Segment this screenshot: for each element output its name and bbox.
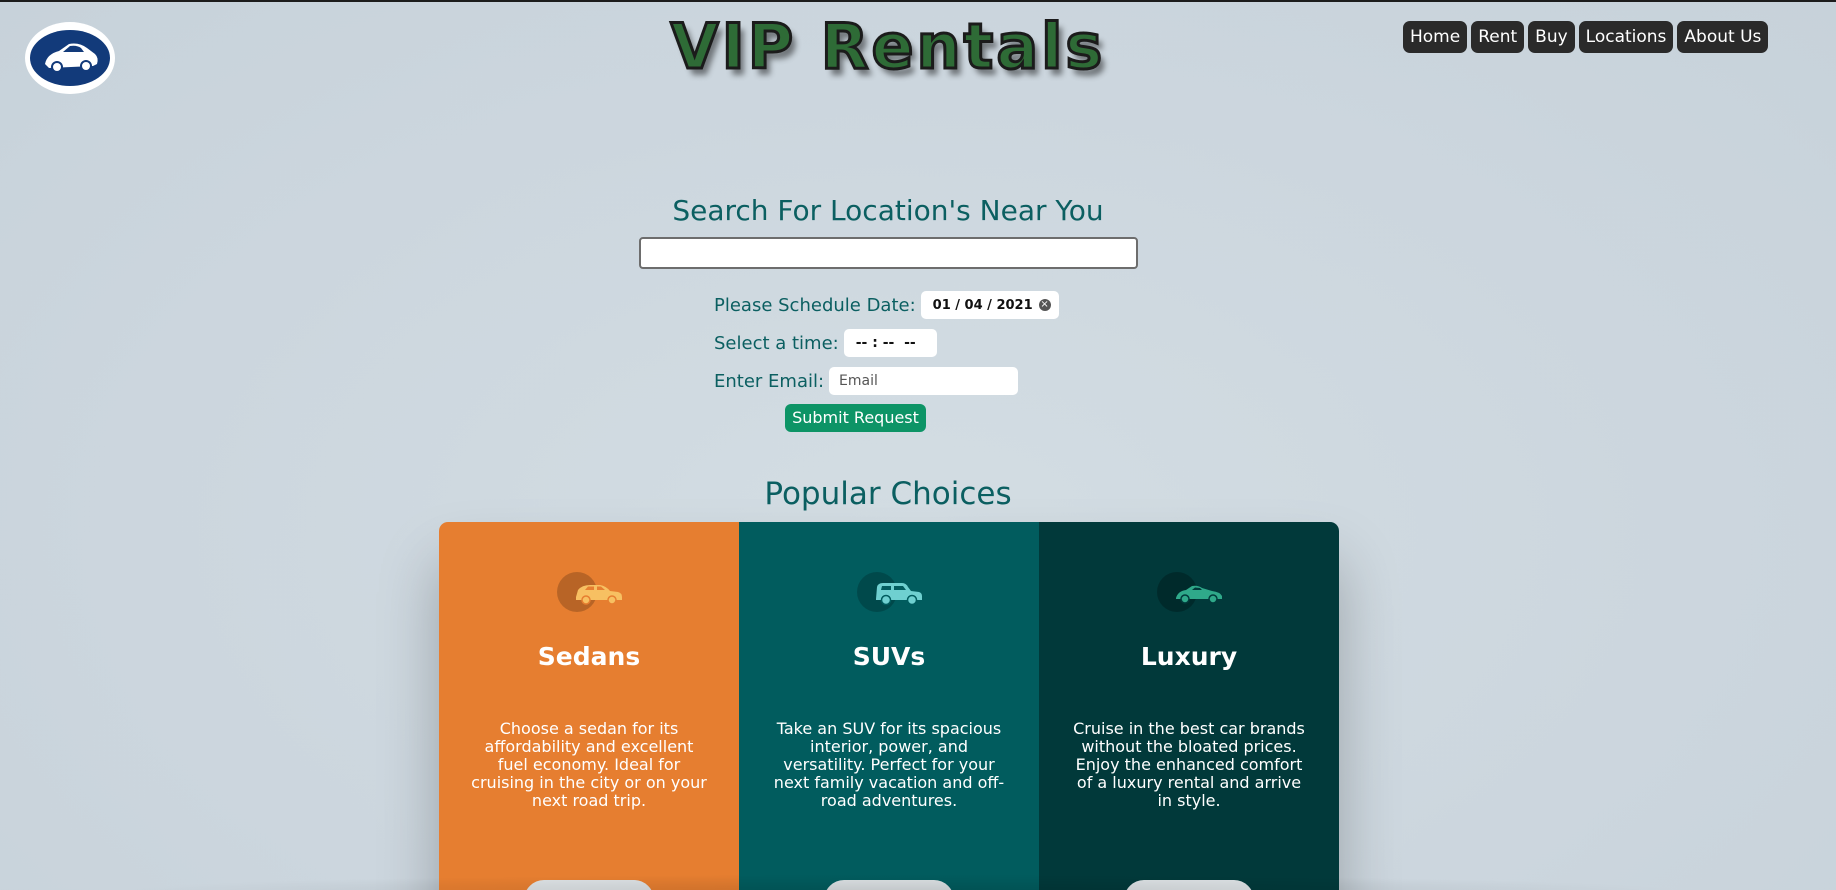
popular-cards: Sedans Choose a sedan for its affordabil… — [439, 522, 1339, 890]
date-label: Please Schedule Date: — [714, 294, 916, 316]
clear-icon[interactable]: × — [1038, 299, 1051, 311]
time-value: -- : -- -- — [855, 335, 916, 351]
email-label: Enter Email: — [714, 370, 825, 392]
submit-request-button[interactable]: Submit Request — [785, 404, 926, 432]
card-description: Cruise in the best car brands without th… — [1073, 719, 1305, 810]
nav-about-us[interactable]: About Us — [1677, 21, 1769, 53]
main-nav: Home Rent Buy Locations About Us — [1403, 21, 1769, 53]
page-shadow — [100, 874, 1700, 890]
search-heading: Search For Location's Near You — [672, 194, 1104, 227]
popular-heading: Popular Choices — [764, 476, 1012, 512]
nav-locations[interactable]: Locations — [1578, 21, 1674, 53]
time-input[interactable]: -- : -- -- — [843, 329, 937, 357]
date-input[interactable]: 01 / 04 / 2021 × — [920, 291, 1059, 319]
suv-icon — [857, 572, 922, 612]
email-row: Enter Email: — [714, 367, 1019, 395]
card-description: Take an SUV for its spacious interior, p… — [773, 719, 1005, 810]
nav-buy[interactable]: Buy — [1528, 21, 1575, 53]
email-input[interactable] — [829, 367, 1019, 395]
card-title: Sedans — [537, 642, 641, 671]
time-row: Select a time: -- : -- -- — [714, 329, 937, 357]
card-description: Choose a sedan for its affordability and… — [471, 719, 707, 810]
sedan-icon — [557, 572, 622, 612]
card-suvs: SUVs Take an SUV for its spacious interi… — [739, 522, 1039, 890]
location-search-input[interactable] — [639, 237, 1138, 269]
time-label: Select a time: — [714, 332, 839, 354]
date-value: 01 / 04 / 2021 — [932, 297, 1033, 313]
date-row: Please Schedule Date: 01 / 04 / 2021 × — [714, 291, 1059, 319]
card-sedans: Sedans Choose a sedan for its affordabil… — [439, 522, 739, 890]
card-title: Luxury — [1140, 642, 1238, 671]
card-luxury: Luxury Cruise in the best car brands wit… — [1039, 522, 1339, 890]
luxury-car-icon — [1157, 572, 1222, 612]
card-title: SUVs — [852, 642, 926, 671]
nav-home[interactable]: Home — [1403, 21, 1468, 53]
nav-rent[interactable]: Rent — [1471, 21, 1525, 53]
